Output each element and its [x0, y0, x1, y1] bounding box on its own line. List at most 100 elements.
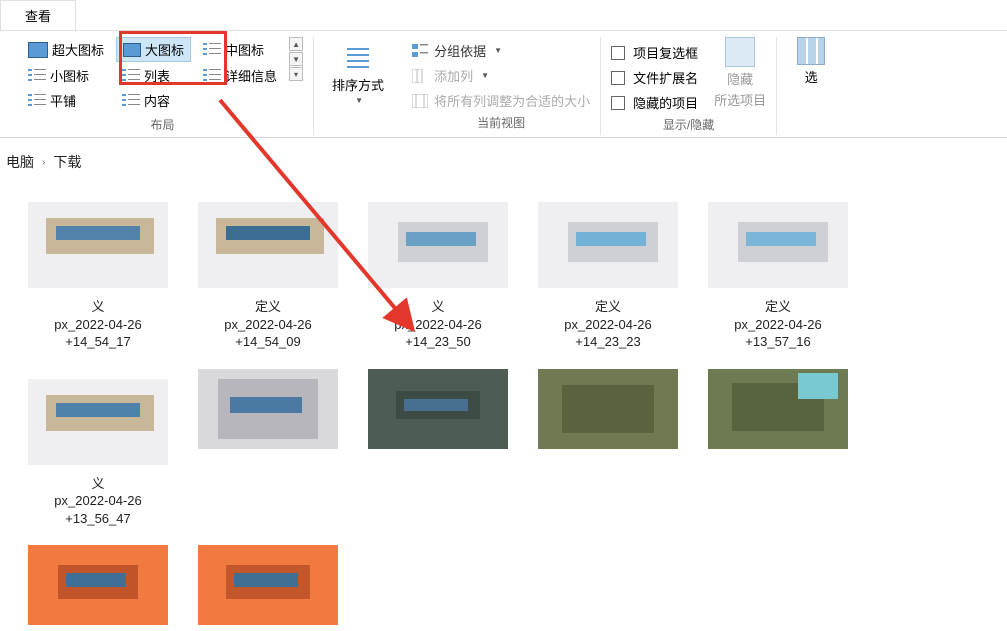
breadcrumb[interactable]: 电脑 › 下载 [0, 138, 1007, 186]
file-time: +14_54_17 [54, 333, 141, 351]
options-icon [797, 37, 825, 65]
file-title: 定义 [564, 298, 651, 316]
file-extensions-toggle[interactable]: 文件扩展名 [611, 68, 698, 87]
layout-extra-large-icons[interactable]: 超大图标 [22, 37, 110, 62]
ribbon-group-options: 选 [777, 37, 835, 135]
file-item[interactable] [538, 369, 678, 528]
ribbon-tab-bar: 查看 [0, 0, 1007, 31]
ribbon-group-label: 显示/隐藏 [663, 116, 714, 133]
file-thumbnail [28, 369, 168, 469]
file-title: 定义 [734, 298, 821, 316]
file-item[interactable] [708, 369, 848, 528]
checkbox-icon [611, 96, 625, 110]
layout-label: 大图标 [145, 40, 184, 59]
file-thumbnail [198, 545, 338, 625]
file-time: +13_57_16 [734, 333, 821, 351]
file-item[interactable]: 定义 px_2022-04-26 +14_23_23 [538, 192, 678, 351]
layout-spin-expand[interactable]: ▾ [289, 67, 303, 81]
file-date: px_2022-04-26 [54, 492, 141, 510]
file-thumbnail [708, 192, 848, 292]
file-thumbnail [368, 192, 508, 292]
hide-selected-button[interactable]: 隐藏 所选项目 [714, 37, 766, 109]
chevron-down-icon: ▼ [481, 71, 489, 80]
file-time: +13_56_47 [54, 510, 141, 528]
file-thumbnail [708, 369, 848, 449]
file-title: 义 [394, 298, 481, 316]
add-column-icon [412, 69, 428, 83]
file-thumbnail [28, 545, 168, 625]
file-item[interactable]: 义 px_2022-04-26 +13_56_47 [28, 369, 168, 528]
layout-details[interactable]: 详细信息 [197, 64, 283, 87]
chevron-right-icon: › [42, 157, 45, 168]
file-item[interactable]: 定义 px_2022-04-26 +14_54_09 [198, 192, 338, 351]
file-time: +14_23_50 [394, 333, 481, 351]
details-icon [203, 69, 221, 83]
options-label: 选 [805, 67, 818, 86]
file-item[interactable] [368, 369, 508, 528]
file-item[interactable]: 义 px_2022-04-26 +14_54_17 [28, 192, 168, 351]
layout-spin-up[interactable]: ▲ [289, 37, 303, 51]
file-time: +14_54_09 [224, 333, 311, 351]
tab-view[interactable]: 查看 [0, 0, 76, 30]
ribbon-group-sort: 排序方式 ▼ [314, 37, 402, 135]
layout-list[interactable]: 列表 [116, 64, 191, 87]
sort-by-button[interactable]: 排序方式 ▼ [324, 37, 392, 109]
file-thumbnail [198, 192, 338, 292]
file-item[interactable] [198, 545, 338, 631]
file-item[interactable] [28, 545, 168, 631]
layout-content[interactable]: 内容 [116, 89, 191, 112]
file-thumbnail [538, 369, 678, 449]
ribbon-group-current-view: 分组依据 ▼ 添加列 ▼ 将所有列调整为合适的大小 [402, 37, 601, 135]
layout-label: 中图标 [225, 40, 264, 59]
item-checkboxes-toggle[interactable]: 项目复选框 [611, 43, 698, 62]
file-time: +14_23_23 [564, 333, 651, 351]
layout-tiles[interactable]: 平铺 [22, 89, 110, 112]
medium-icons-icon [203, 43, 221, 57]
extra-large-icons-icon [28, 42, 48, 58]
add-column-label: 添加列 [434, 66, 473, 85]
file-thumbnail [368, 369, 508, 449]
list-icon [122, 69, 140, 83]
file-icon-view: 义 px_2022-04-26 +14_54_17 定义 px_2022-04-… [0, 186, 1007, 631]
checkbox-icon [611, 46, 625, 60]
checkbox-icon [611, 71, 625, 85]
group-by-icon [412, 44, 428, 58]
large-icons-icon [123, 43, 141, 57]
hide-selected-label-2: 所选项目 [714, 90, 766, 109]
checkboxes-label: 项目复选框 [633, 43, 698, 62]
group-by-label: 分组依据 [434, 41, 486, 60]
layout-medium-icons[interactable]: 中图标 [197, 37, 283, 62]
layout-label: 列表 [144, 66, 170, 85]
options-button[interactable]: 选 [797, 37, 825, 86]
group-by-button[interactable]: 分组依据 ▼ [412, 41, 590, 60]
hidden-items-toggle[interactable]: 隐藏的项目 [611, 93, 698, 112]
autofit-icon [412, 94, 428, 108]
breadcrumb-current[interactable]: 下载 [53, 152, 81, 172]
layout-small-icons[interactable]: 小图标 [22, 64, 110, 87]
file-date: px_2022-04-26 [394, 316, 481, 334]
chevron-down-icon: ▼ [355, 96, 363, 105]
autofit-label: 将所有列调整为合适的大小 [434, 91, 590, 110]
file-item[interactable]: 义 px_2022-04-26 +14_23_50 [368, 192, 508, 351]
layout-large-icons[interactable]: 大图标 [116, 37, 191, 62]
hide-selected-label-1: 隐藏 [727, 69, 753, 88]
file-item[interactable] [198, 369, 338, 528]
file-date: px_2022-04-26 [224, 316, 311, 334]
layout-label: 详细信息 [225, 66, 277, 85]
sort-icon [342, 41, 374, 73]
chevron-down-icon: ▼ [494, 46, 502, 55]
file-title: 义 [54, 298, 141, 316]
file-thumbnail [28, 192, 168, 292]
file-item[interactable]: 定义 px_2022-04-26 +13_57_16 [708, 192, 848, 351]
layout-label: 内容 [144, 91, 170, 110]
hide-icon [725, 37, 755, 67]
autofit-columns-button[interactable]: 将所有列调整为合适的大小 [412, 91, 590, 110]
breadcrumb-root[interactable]: 电脑 [6, 152, 34, 172]
file-date: px_2022-04-26 [734, 316, 821, 334]
small-icons-icon [28, 69, 46, 83]
ribbon-group-label: 当前视图 [477, 114, 525, 131]
content-icon [122, 94, 140, 108]
layout-spin-down[interactable]: ▼ [289, 52, 303, 66]
layout-label: 超大图标 [52, 40, 104, 59]
add-column-button[interactable]: 添加列 ▼ [412, 66, 590, 85]
